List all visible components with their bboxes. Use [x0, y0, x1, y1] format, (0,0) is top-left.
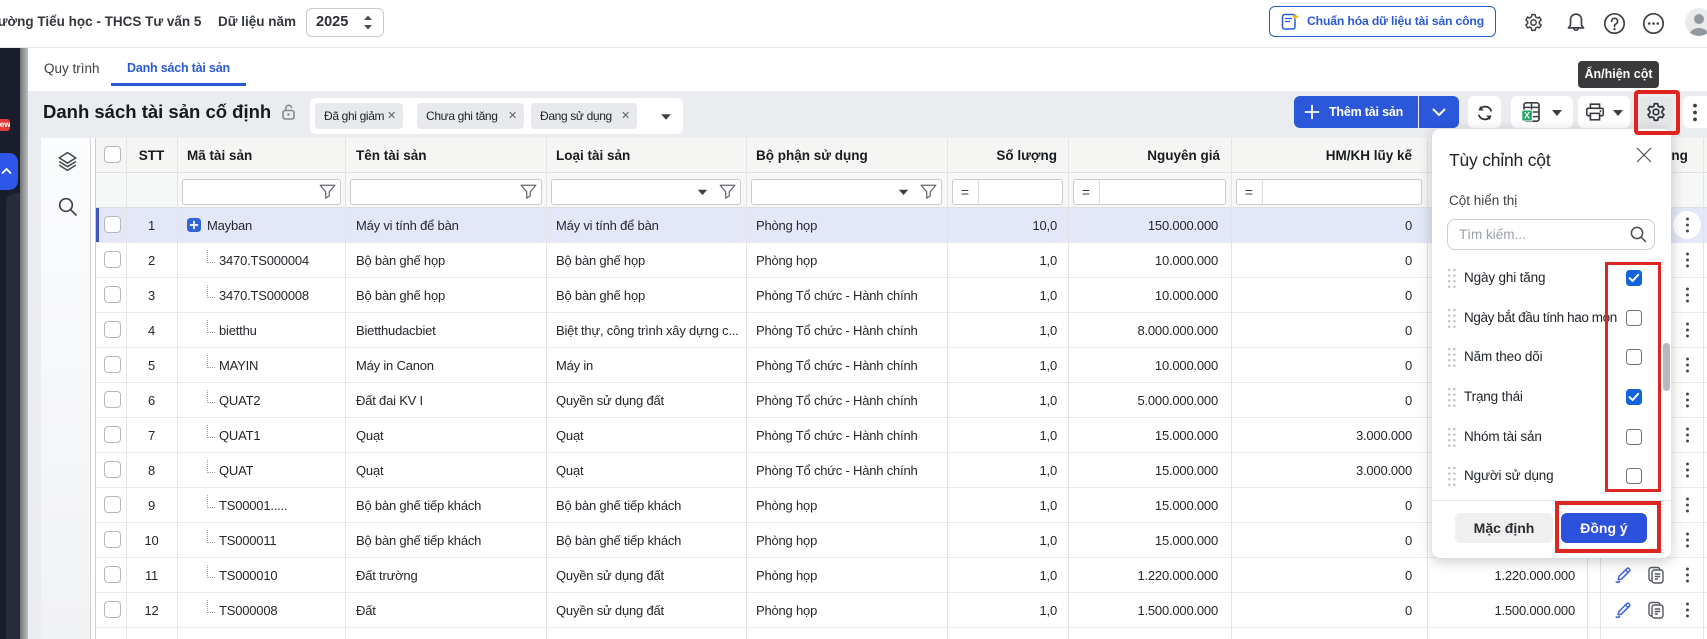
svg-text:X: X	[1524, 111, 1530, 121]
